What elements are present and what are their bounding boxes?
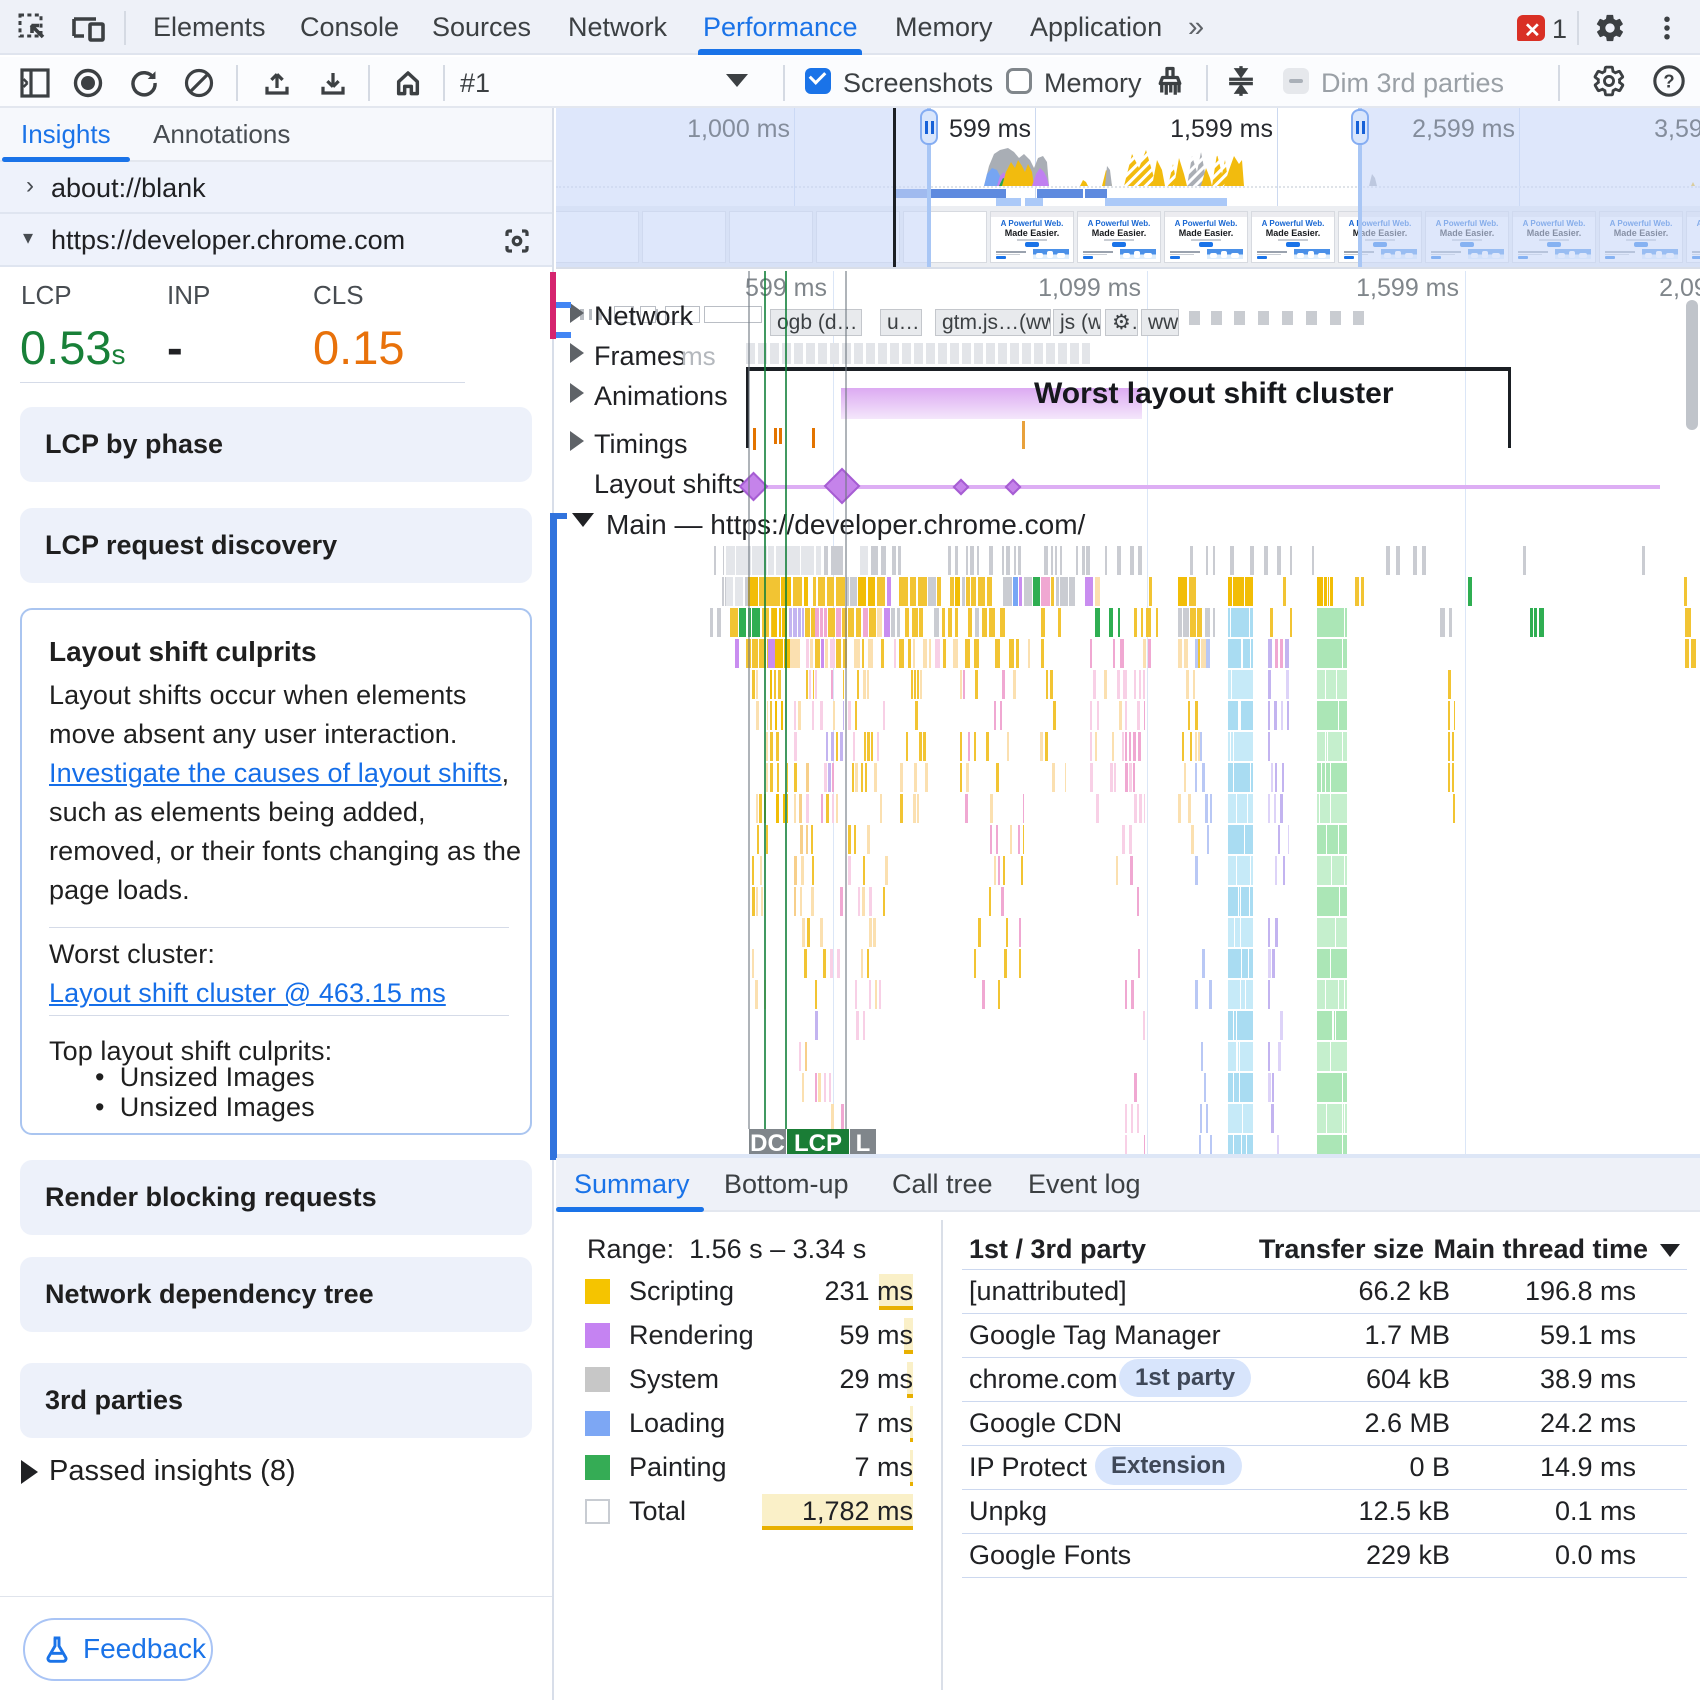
svg-text:?: ? (1663, 70, 1674, 91)
